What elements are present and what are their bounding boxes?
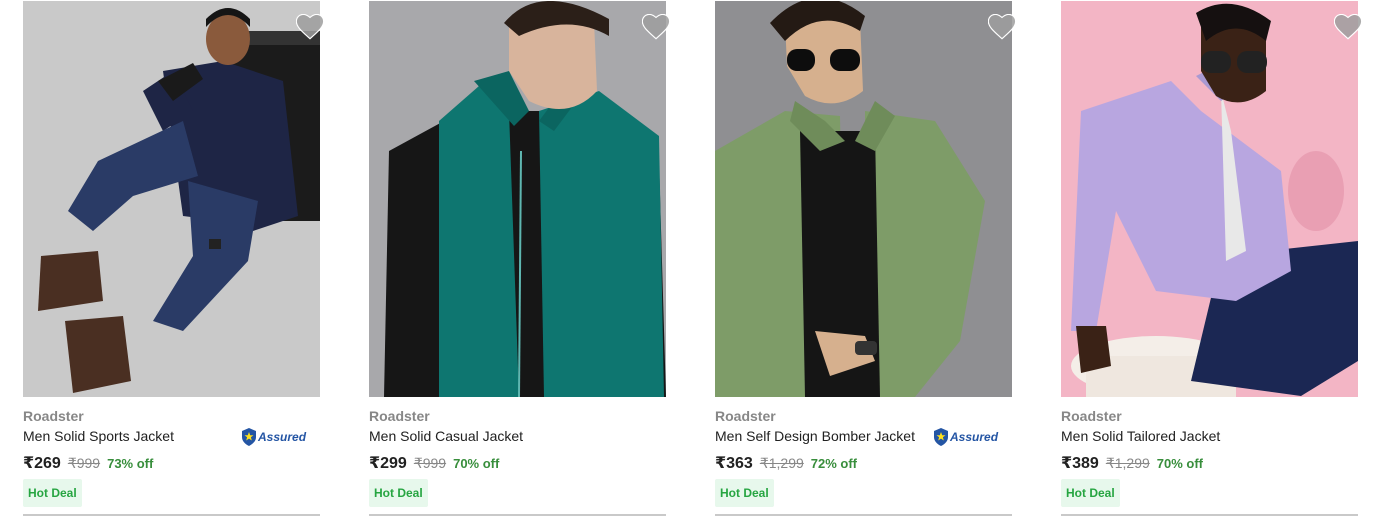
model-lavender-fleece-photo <box>1061 1 1358 397</box>
wishlist-button[interactable] <box>296 14 324 40</box>
assured-label: Assured <box>950 430 999 444</box>
product-grid: Roadster Men Solid Sports Jacket Assured… <box>0 0 1377 516</box>
heart-icon <box>642 14 670 40</box>
original-price: ₹1,299 <box>759 455 804 471</box>
original-price: ₹999 <box>67 455 101 471</box>
price-row: ₹269 ₹999 73% off <box>23 453 153 473</box>
selling-price: ₹389 <box>1061 455 1099 472</box>
price-row: ₹389 ₹1,299 70% off <box>1061 453 1203 473</box>
original-price: ₹999 <box>413 455 447 471</box>
product-brand: Roadster <box>23 408 84 424</box>
hot-deal-badge: Hot Deal <box>1061 479 1120 507</box>
product-brand: Roadster <box>715 408 776 424</box>
wishlist-button[interactable] <box>642 14 670 40</box>
product-image[interactable] <box>369 1 666 397</box>
product-title[interactable]: Men Self Design Bomber Jacket <box>715 428 915 444</box>
discount-label: 72% off <box>810 456 858 471</box>
original-price: ₹1,299 <box>1105 455 1150 471</box>
wishlist-button[interactable] <box>988 14 1016 40</box>
shield-icon <box>242 428 256 446</box>
product-image[interactable] <box>715 1 1012 397</box>
product-brand: Roadster <box>369 408 430 424</box>
hot-deal-badge: Hot Deal <box>369 479 428 507</box>
model-teal-vest-photo <box>369 1 666 397</box>
price-row: ₹363 ₹1,299 72% off <box>715 453 857 473</box>
model-navy-sweater-photo <box>23 1 320 397</box>
assured-badge: Assured <box>933 428 998 446</box>
assured-badge: Assured <box>241 428 306 446</box>
hot-deal-badge: Hot Deal <box>715 479 774 507</box>
heart-icon <box>988 14 1016 40</box>
selling-price: ₹269 <box>23 455 61 472</box>
model-green-fleece-photo <box>715 1 1012 397</box>
heart-icon <box>296 14 324 40</box>
selling-price: ₹363 <box>715 455 753 472</box>
product-brand: Roadster <box>1061 408 1122 424</box>
product-image[interactable] <box>23 1 320 397</box>
selling-price: ₹299 <box>369 455 407 472</box>
assured-label: Assured <box>258 430 307 444</box>
heart-icon <box>1334 14 1362 40</box>
wishlist-button[interactable] <box>1334 14 1362 40</box>
hot-deal-badge: Hot Deal <box>23 479 82 507</box>
product-image[interactable] <box>1061 1 1358 397</box>
shield-icon <box>934 428 948 446</box>
product-card[interactable]: Roadster Men Solid Tailored Jacket ₹389 … <box>1061 0 1362 516</box>
price-row: ₹299 ₹999 70% off <box>369 453 499 473</box>
product-card[interactable]: Roadster Men Solid Sports Jacket Assured… <box>23 0 324 516</box>
product-title[interactable]: Men Solid Casual Jacket <box>369 428 523 444</box>
product-card[interactable]: Roadster Men Self Design Bomber Jacket A… <box>715 0 1016 516</box>
discount-label: 73% off <box>107 456 154 471</box>
product-title[interactable]: Men Solid Tailored Jacket <box>1061 428 1220 444</box>
product-card[interactable]: Roadster Men Solid Casual Jacket ₹299 ₹9… <box>369 0 670 516</box>
product-title[interactable]: Men Solid Sports Jacket <box>23 428 174 444</box>
discount-label: 70% off <box>453 456 500 471</box>
discount-label: 70% off <box>1156 456 1204 471</box>
